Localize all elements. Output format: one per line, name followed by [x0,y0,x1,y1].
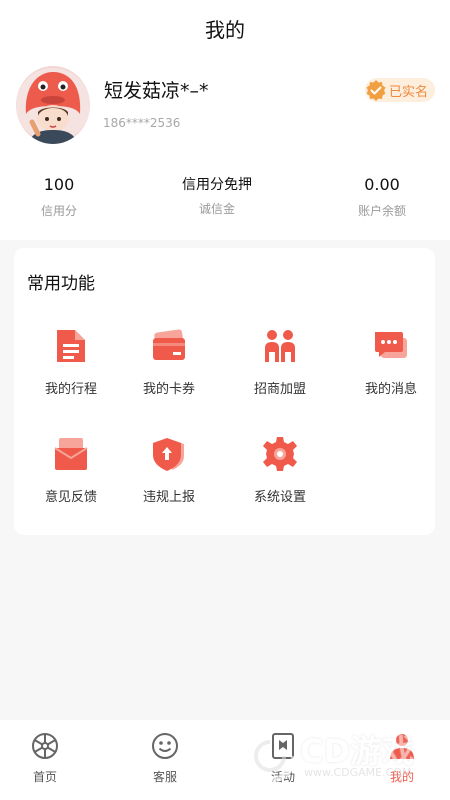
stat-credit-score[interactable]: 100 信用分 [0,172,134,219]
tab-label: 活动 [270,770,295,784]
func-label: 我的卡券 [142,382,195,397]
message-icon [375,332,407,358]
func-label: 招商加盟 [253,382,306,397]
stat-value: 0.00 [364,175,400,194]
stat-value: 100 [43,175,75,194]
bookmark-icon [272,733,294,759]
func-system-settings[interactable]: 系统设置 [225,436,335,516]
tab-mine[interactable]: 我的 [367,732,437,785]
page-title: 我的 [205,18,245,42]
envelope-icon [54,438,88,470]
tab-label: 客服 [152,770,177,784]
verified-icon [366,80,386,101]
func-my-messages[interactable]: 我的消息 [336,328,446,408]
common-functions-card: 常用功能 我的行程 我的卡券 招商加盟 我的消息 意见反馈 违规上报 系统设置 [14,248,435,535]
wheel-icon [32,733,58,759]
stat-value: 信用分免押 [182,177,252,193]
shield-upload-icon [153,438,184,471]
func-feedback[interactable]: 意见反馈 [16,436,126,516]
stat-label: 账户余额 [357,204,406,218]
func-label: 我的消息 [364,382,417,397]
tab-label: 首页 [32,770,57,784]
card-title: 常用功能 [27,274,95,294]
verified-label: 已实名 [389,84,429,100]
user-name: 短发菇凉*–* [104,80,209,102]
stat-label: 诚信金 [198,202,235,216]
func-report-violation[interactable]: 违规上报 [114,436,224,516]
func-my-coupons[interactable]: 我的卡券 [114,328,224,408]
func-my-trips[interactable]: 我的行程 [16,328,126,408]
card-icon [153,329,185,360]
user-icon [390,734,414,759]
tab-home[interactable]: 首页 [10,732,80,785]
stats-row: 100 信用分 信用分免押 诚信金 0.00 账户余额 [0,172,450,222]
gear-icon [263,437,297,471]
avatar-image [16,68,90,144]
document-icon [57,330,85,362]
stat-deposit[interactable]: 信用分免押 诚信金 [142,172,292,217]
user-phone: 186****2536 [103,116,181,130]
func-franchise[interactable]: 招商加盟 [225,328,335,408]
bottom-tab-bar: 首页 客服 活动 我的 [0,720,450,800]
tab-label: 我的 [389,770,414,784]
smile-icon [152,733,178,759]
stat-label: 信用分 [40,204,77,218]
tab-customer-service[interactable]: 客服 [130,732,200,785]
people-icon [265,330,295,362]
func-label: 违规上报 [142,490,195,505]
func-label: 意见反馈 [44,490,97,505]
stat-balance[interactable]: 0.00 账户余额 [307,172,450,219]
func-label: 系统设置 [253,490,306,505]
profile-section: 我的 短发菇凉*–* 186****2536 已实名 100 信用分 信用分免押… [0,0,450,240]
verified-badge: 已实名 [365,78,435,102]
avatar[interactable] [16,66,90,144]
tab-activities[interactable]: 活动 [248,732,318,785]
func-label: 我的行程 [44,382,97,397]
